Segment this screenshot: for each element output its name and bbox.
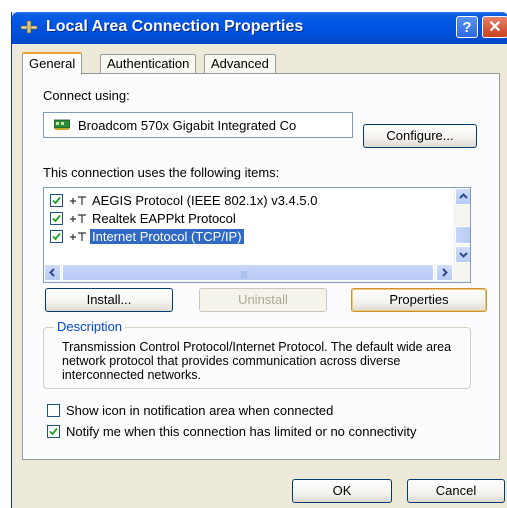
close-button[interactable]: ✕ <box>482 16 507 38</box>
aegis-checkbox[interactable] <box>50 194 63 207</box>
configure-button[interactable]: Configure... <box>363 124 477 148</box>
horizontal-scroll-thumb[interactable]: ||| <box>62 264 434 281</box>
tab-authentication[interactable]: Authentication <box>100 54 197 74</box>
aegis-label: AEGIS Protocol (IEEE 802.1x) v3.4.5.0 <box>92 193 318 208</box>
grip-icon: ||| <box>241 270 248 279</box>
cancel-button[interactable]: Cancel <box>407 479 505 503</box>
tab-advanced[interactable]: Advanced <box>204 54 276 74</box>
scroll-left-button[interactable] <box>44 264 61 281</box>
protocol-icon <box>70 232 86 241</box>
notify-label: Notify me when this connection has limit… <box>66 424 417 439</box>
general-tab-panel: Connect using: Broadcom 570x Gigabit Int… <box>22 73 500 460</box>
network-connection-icon <box>20 20 38 34</box>
list-item-tcpip[interactable]: Internet Protocol (TCP/IP) <box>48 228 448 246</box>
chevron-left-icon <box>49 268 55 277</box>
items-list-label: This connection uses the following items… <box>43 165 280 180</box>
components-list[interactable]: AEGIS Protocol (IEEE 802.1x) v3.4.5.0 Re… <box>43 187 471 283</box>
vertical-scrollbar[interactable] <box>454 188 470 264</box>
scroll-right-button[interactable] <box>436 264 453 281</box>
install-button[interactable]: Install... <box>45 288 173 312</box>
chevron-up-icon <box>459 193 468 199</box>
horizontal-scrollbar[interactable]: ||| <box>44 264 470 282</box>
tab-general[interactable]: General <box>22 52 83 75</box>
scroll-up-button[interactable] <box>455 188 470 205</box>
show-icon-checkbox[interactable] <box>47 404 60 417</box>
title-bar[interactable]: Local Area Connection Properties ? ✕ <box>12 12 507 44</box>
window-title: Local Area Connection Properties <box>46 18 304 35</box>
connect-using-label: Connect using: <box>43 88 130 103</box>
properties-button[interactable]: Properties <box>351 288 487 312</box>
protocol-icon <box>70 196 86 205</box>
chevron-down-icon <box>459 252 468 258</box>
help-button[interactable]: ? <box>456 16 478 38</box>
description-text: Transmission Control Protocol/Internet P… <box>62 340 452 382</box>
network-adapter-icon <box>54 119 70 130</box>
realtek-checkbox[interactable] <box>50 212 63 225</box>
show-icon-label: Show icon in notification area when conn… <box>66 403 334 418</box>
ok-button[interactable]: OK <box>292 479 392 503</box>
list-item-aegis[interactable]: AEGIS Protocol (IEEE 802.1x) v3.4.5.0 <box>48 192 448 210</box>
tcpip-label: Internet Protocol (TCP/IP) <box>90 229 244 244</box>
uninstall-button[interactable]: Uninstall <box>199 288 327 312</box>
description-group: Description Transmission Control Protoco… <box>43 319 471 389</box>
chevron-right-icon <box>442 268 448 277</box>
protocol-icon <box>70 214 86 223</box>
checkmark-icon <box>52 214 61 223</box>
adapter-name: Broadcom 570x Gigabit Integrated Co <box>78 118 297 133</box>
scroll-down-button[interactable] <box>455 246 470 263</box>
notify-checkbox[interactable] <box>47 425 60 438</box>
checkmark-icon <box>52 232 61 241</box>
checkmark-icon <box>52 196 61 205</box>
list-item-realtek[interactable]: Realtek EAPPkt Protocol <box>48 210 448 228</box>
vertical-scroll-thumb[interactable] <box>455 226 470 244</box>
properties-dialog: Local Area Connection Properties ? ✕ Gen… <box>11 12 507 508</box>
realtek-label: Realtek EAPPkt Protocol <box>92 211 236 226</box>
description-title: Description <box>54 319 126 334</box>
adapter-field: Broadcom 570x Gigabit Integrated Co <box>43 112 353 138</box>
checkmark-icon <box>49 427 58 436</box>
tcpip-checkbox[interactable] <box>50 230 63 243</box>
